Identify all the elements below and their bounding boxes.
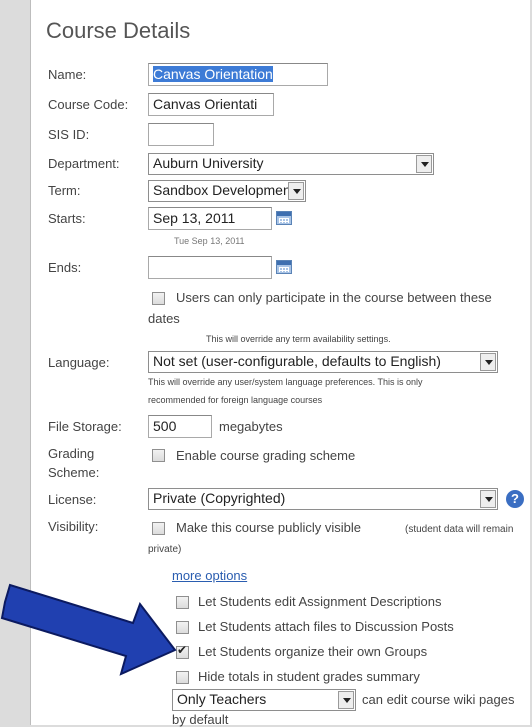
annotation-arrow-icon <box>0 583 177 676</box>
annotation-arrow-shape <box>0 583 177 676</box>
